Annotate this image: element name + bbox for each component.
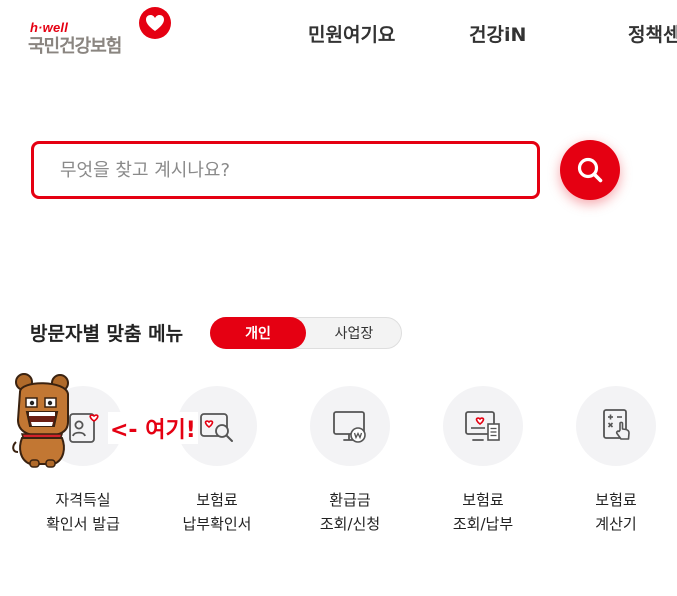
mascot-bear-icon bbox=[12, 373, 69, 468]
menu-label-line2: 계산기 bbox=[595, 515, 637, 533]
menu-label-line1: 보험료 bbox=[196, 491, 238, 509]
toggle-option-individual[interactable]: 개인 bbox=[210, 317, 306, 349]
search-input[interactable] bbox=[34, 144, 537, 196]
search-button[interactable] bbox=[560, 140, 620, 200]
menu-item-label: 보험료 조회/납부 bbox=[418, 488, 548, 536]
menu-item-refund-inquiry[interactable]: 환급금 조회/신청 bbox=[285, 386, 415, 536]
menu-label-line2: 납부확인서 bbox=[182, 515, 252, 533]
top-nav: 민원여기요 건강iN 정책센 bbox=[0, 20, 677, 46]
menu-icon-circle bbox=[443, 386, 523, 466]
menu-item-label: 자격득실 확인서 발급 bbox=[18, 488, 148, 536]
search-icon bbox=[577, 157, 603, 183]
menu-label-line2: 조회/신청 bbox=[319, 515, 381, 533]
menu-label-line2: 확인서 발급 bbox=[46, 515, 120, 533]
search-box bbox=[31, 141, 540, 199]
nav-item-policy-center[interactable]: 정책센 bbox=[628, 20, 677, 47]
calculator-icon bbox=[603, 409, 630, 440]
refund-monitor-icon bbox=[333, 411, 366, 443]
here-annotation: <- 여기! bbox=[108, 412, 198, 444]
menu-icon-circle bbox=[576, 386, 656, 466]
toggle-option-business[interactable]: 사업장 bbox=[306, 318, 402, 348]
visitor-type-toggle: 개인 사업장 bbox=[210, 317, 402, 349]
payment-screen-icon bbox=[465, 411, 500, 441]
nav-item-civil-service[interactable]: 민원여기요 bbox=[308, 20, 395, 47]
menu-label-line1: 자격득실 bbox=[55, 491, 111, 509]
menu-section-title: 방문자별 맞춤 메뉴 bbox=[30, 323, 184, 345]
menu-label-line1: 보험료 bbox=[595, 491, 637, 509]
menu-item-premium-calculator[interactable]: 보험료 계산기 bbox=[551, 386, 677, 536]
menu-item-payment-confirmation[interactable]: 보험료 납부확인서 bbox=[152, 386, 282, 536]
menu-label-line1: 환급금 bbox=[329, 491, 371, 509]
menu-item-label: 보험료 납부확인서 bbox=[152, 488, 282, 536]
menu-label-line2: 조회/납부 bbox=[452, 515, 514, 533]
menu-item-label: 보험료 계산기 bbox=[551, 488, 677, 536]
menu-label-line1: 보험료 bbox=[462, 491, 504, 509]
menu-item-label: 환급금 조회/신청 bbox=[285, 488, 415, 536]
document-search-icon bbox=[200, 413, 233, 442]
menu-item-premium-payment[interactable]: 보험료 조회/납부 bbox=[418, 386, 548, 536]
nav-item-health-in[interactable]: 건강iN bbox=[469, 20, 526, 47]
menu-icon-circle bbox=[310, 386, 390, 466]
